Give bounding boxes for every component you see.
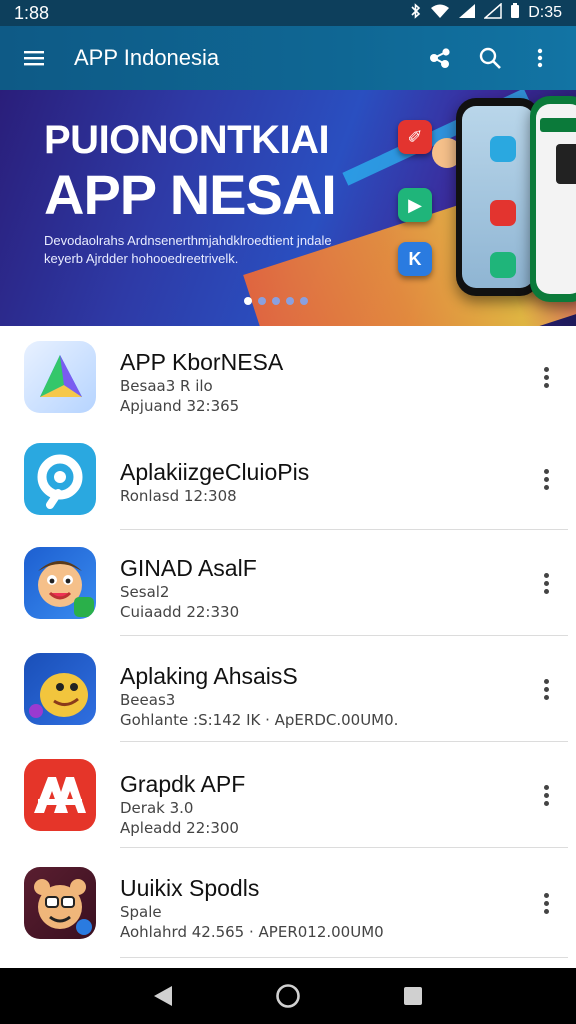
app-detail: Apjuand 32:365 (120, 397, 240, 415)
app-detail: Derak 3.0 (120, 799, 194, 817)
list-item[interactable]: Uuikix Spodls Spale Aohlahrd 42.565 · AP… (0, 848, 576, 958)
bear-character-icon (24, 867, 96, 939)
carousel-dot[interactable] (300, 297, 308, 305)
app-name: Aplaking AhsaisS (120, 663, 298, 689)
phone-illustration (456, 98, 540, 296)
menu-icon[interactable] (14, 38, 54, 78)
search-icon[interactable] (468, 36, 512, 80)
recents-icon[interactable] (393, 976, 433, 1016)
app-detail: Sesal2 (120, 583, 170, 601)
signal-alt-icon (483, 1, 502, 24)
more-vert-icon[interactable] (532, 563, 560, 603)
red-a-logo-icon (24, 759, 96, 831)
app-name: GINAD AsalF (120, 555, 257, 581)
play-app-icon: ▶ (398, 188, 432, 222)
signal-icon (458, 3, 476, 24)
app-name: AplakiizgeCluioPis (120, 459, 310, 485)
app-detail: Gohlante :S:142 IK · ApERDC.00UM0. (120, 711, 399, 729)
app-name: APP KborNESA (120, 349, 284, 375)
app-bar: APP Indonesia (0, 26, 576, 90)
more-vert-icon[interactable] (518, 36, 562, 80)
status-time: 1:88 (14, 2, 50, 23)
app-title: APP Indonesia (74, 45, 220, 70)
camera-ring-icon (24, 443, 96, 515)
status-clock: D:35 (528, 4, 562, 21)
app-detail: Spale (120, 903, 162, 921)
banner-subtitle: Devodaolrahs Ardnsenerthmjahdklroedtient… (44, 233, 332, 266)
yellow-character-icon (24, 653, 96, 725)
navigation-bar (0, 968, 576, 1024)
list-item[interactable]: AplakiizgeCluioPis Ronlasd 12:308 (0, 428, 576, 530)
more-vert-icon[interactable] (532, 459, 560, 499)
phone-illustration-2 (530, 96, 576, 302)
play-triangle-icon (24, 341, 96, 413)
carousel-indicator[interactable] (244, 297, 308, 305)
app-detail: Aohlahrd 42.565 · APER012.00UM0 (120, 923, 384, 941)
carousel-dot[interactable] (272, 297, 280, 305)
app-name: Grapdk APF (120, 771, 246, 797)
list-item[interactable]: APP KborNESA Besaa3 R ilo Apjuand 32:365 (0, 326, 576, 428)
home-icon[interactable] (268, 976, 308, 1016)
list-item[interactable]: Grapdk APF Derak 3.0 Apleadd 22:300 (0, 742, 576, 848)
banner-headline-large: APP NESAI (44, 163, 337, 226)
status-bar: 1:88 D:35 (0, 0, 576, 26)
app-detail: Besaa3 R ilo (120, 377, 213, 395)
cartoon-face-icon (24, 547, 96, 619)
banner-headline: PUIONONTKIAI (44, 118, 330, 162)
carousel-dot[interactable] (258, 297, 266, 305)
bluetooth-icon (410, 2, 422, 24)
status-icons: D:35 (410, 1, 562, 24)
app-detail: Cuiaadd 22:330 (120, 603, 240, 621)
app-name: Uuikix Spodls (120, 875, 260, 901)
promo-banner[interactable]: PUIONONTKIAI APP NESAI Devodaolrahs Ardn… (0, 90, 576, 326)
app-detail: Ronlasd 12:308 (120, 487, 237, 505)
floating-app-icon: ✐ (398, 120, 432, 154)
back-icon[interactable] (143, 976, 183, 1016)
app-detail: Beeas3 (120, 691, 176, 709)
more-vert-icon[interactable] (532, 883, 560, 923)
more-vert-icon[interactable] (532, 669, 560, 709)
divider (120, 957, 568, 958)
carousel-dot[interactable] (286, 297, 294, 305)
share-icon[interactable] (418, 36, 462, 80)
list-item[interactable]: Aplaking AhsaisS Beeas3 Gohlante :S:142 … (0, 636, 576, 742)
more-vert-icon[interactable] (532, 775, 560, 815)
carousel-dot[interactable] (244, 297, 252, 305)
app-list: APP KborNESA Besaa3 R ilo Apjuand 32:365… (0, 326, 576, 958)
more-vert-icon[interactable] (532, 357, 560, 397)
app-detail: Apleadd 22:300 (120, 819, 239, 837)
wifi-icon (430, 3, 450, 24)
list-item[interactable]: GINAD AsalF Sesal2 Cuiaadd 22:330 (0, 530, 576, 636)
battery-icon (510, 2, 520, 24)
k-app-icon: K (398, 242, 432, 276)
